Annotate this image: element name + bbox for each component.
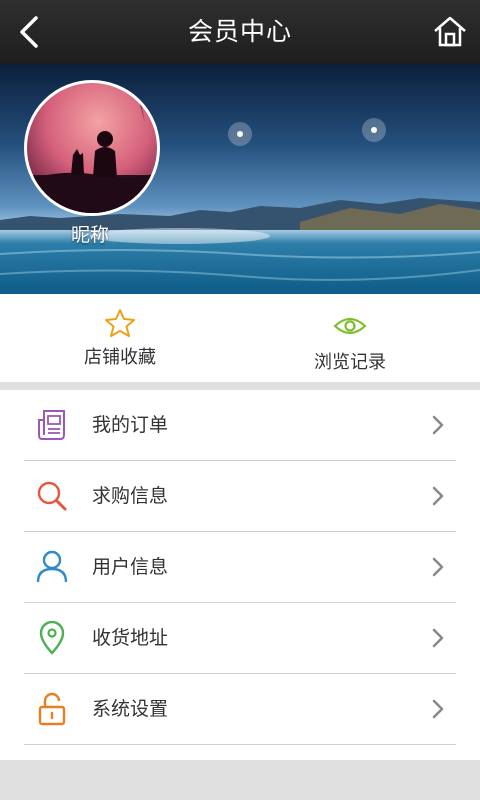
chevron-right-icon [432, 628, 444, 648]
menu-list: 我的订单 求购信息 用户信息 收货地址 系统设置 [0, 390, 480, 760]
chevron-right-icon [432, 699, 444, 719]
chevron-right-icon [432, 415, 444, 435]
menu-item-label: 收货地址 [92, 627, 169, 649]
section-divider [0, 382, 480, 390]
avatar[interactable] [24, 80, 160, 216]
avatar-image [27, 93, 157, 213]
location-pin-icon [39, 621, 65, 655]
menu-item-system-settings[interactable]: 系统设置 [24, 674, 456, 745]
shop-favorites-label: 店铺收藏 [84, 347, 156, 368]
shop-favorites-button[interactable]: 店铺收藏 [0, 294, 240, 382]
chevron-right-icon [432, 557, 444, 577]
browsing-history-button[interactable]: 浏览记录 [230, 294, 470, 382]
menu-item-my-orders[interactable]: 我的订单 [24, 390, 456, 461]
browsing-history-label: 浏览记录 [314, 352, 386, 373]
menu-item-shipping-address[interactable]: 收货地址 [24, 603, 456, 674]
user-icon [36, 550, 68, 583]
menu-item-label: 我的订单 [92, 414, 169, 436]
unlock-icon [38, 692, 66, 726]
page-title: 会员中心 [187, 17, 292, 46]
top-bar: 会员中心 [0, 0, 480, 64]
menu-item-purchase-requests[interactable]: 求购信息 [24, 461, 456, 532]
menu-item-label: 用户信息 [92, 556, 169, 578]
home-icon[interactable] [432, 14, 468, 48]
profile-banner: 昵称 [0, 64, 480, 294]
orders-icon [38, 410, 65, 440]
eye-icon [333, 317, 367, 335]
chevron-right-icon [432, 486, 444, 506]
search-icon [37, 481, 67, 511]
quick-actions: 店铺收藏 浏览记录 [0, 294, 480, 382]
menu-item-user-info[interactable]: 用户信息 [24, 532, 456, 603]
star-icon [105, 309, 135, 337]
menu-item-label: 求购信息 [92, 485, 169, 507]
footer-area [0, 760, 480, 800]
menu-item-label: 系统设置 [92, 698, 169, 720]
nickname[interactable]: 昵称 [40, 220, 140, 247]
